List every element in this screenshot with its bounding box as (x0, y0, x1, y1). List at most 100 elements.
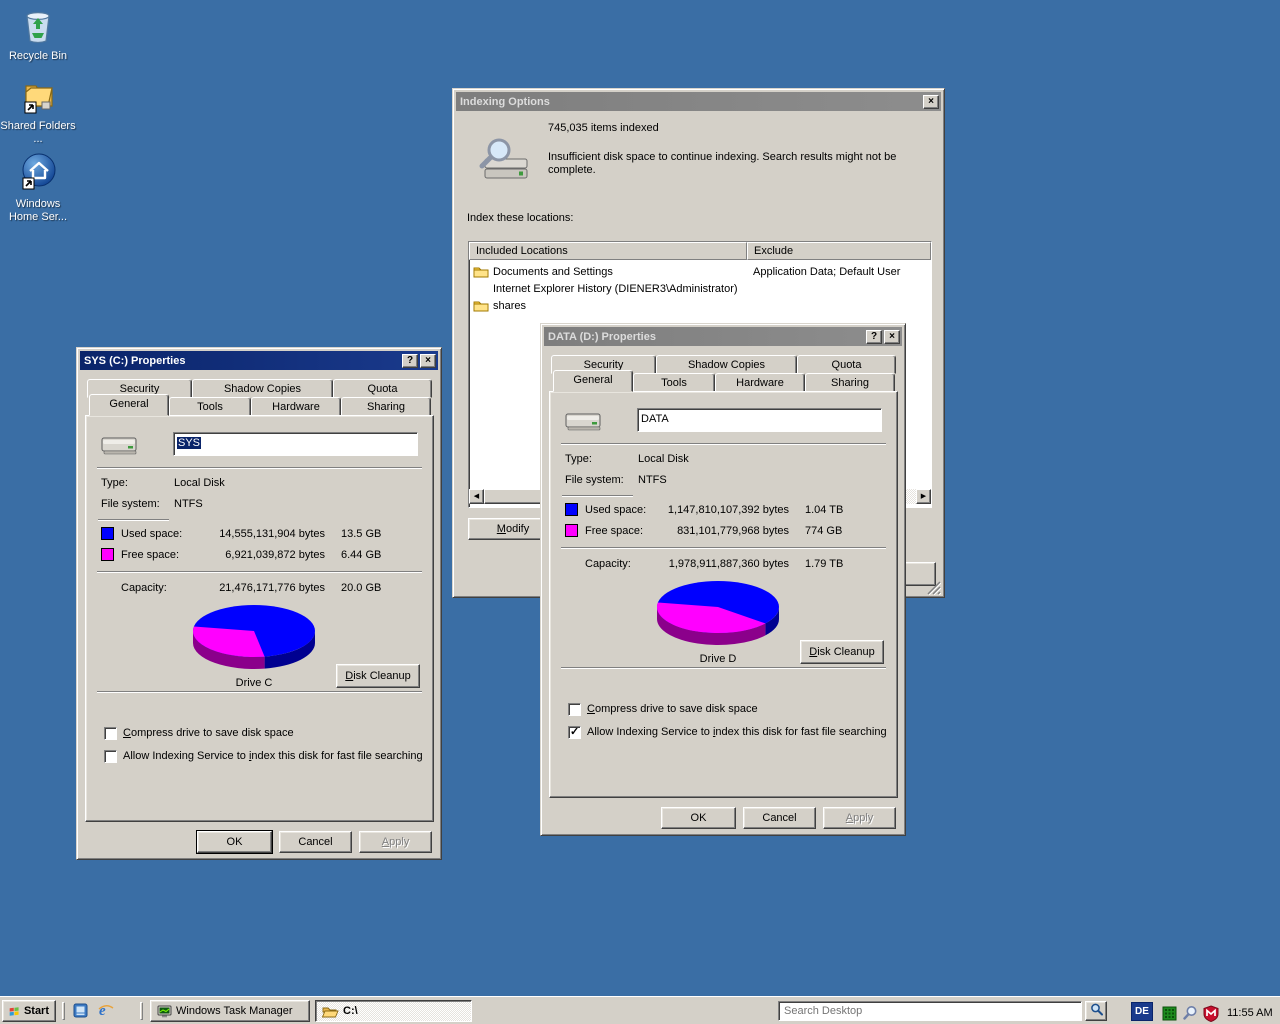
tab-sharing[interactable]: Sharing (341, 397, 431, 416)
used-space-bytes: 14,555,131,904 bytes (177, 528, 325, 540)
tab-quota[interactable]: Quota (797, 355, 896, 374)
apply-button[interactable]: Apply (823, 807, 896, 829)
free-space-bytes: 831,101,779,968 bytes (641, 525, 789, 537)
tab-shadow-copies[interactable]: Shadow Copies (656, 355, 797, 374)
start-button[interactable]: Start (2, 1000, 56, 1022)
search-button[interactable] (1085, 1001, 1107, 1021)
volume-label-field[interactable]: DATA (637, 408, 882, 432)
search-icon (1090, 1003, 1103, 1016)
used-space-size: 13.5 GB (341, 528, 381, 540)
free-space-size: 774 GB (805, 525, 842, 537)
cancel-button[interactable]: Cancel (279, 831, 352, 853)
taskbar: Start e Windows Task Manager C:\ (0, 996, 1280, 1024)
disk-usage-pie-chart (189, 603, 319, 673)
clock[interactable]: 11:55 AM (1227, 1007, 1273, 1019)
free-space-swatch (101, 548, 114, 561)
close-icon[interactable]: × (923, 95, 939, 109)
help-icon[interactable]: ? (866, 330, 882, 344)
compress-checkbox[interactable]: ✓ (104, 727, 117, 740)
cancel-button[interactable]: Cancel (743, 807, 816, 829)
window-title: DATA (D:) Properties (548, 331, 864, 343)
open-folder-icon (322, 1005, 339, 1018)
free-space-bytes: 6,921,039,872 bytes (177, 549, 325, 561)
capacity-label: Capacity: (121, 582, 167, 594)
scroll-left-icon[interactable]: ◀ (469, 489, 484, 504)
desktop-icon-recycle-bin[interactable]: Recycle Bin (0, 6, 76, 63)
desktop-icon-windows-home-server[interactable]: Windows Home Ser... (0, 152, 76, 224)
indexing-title-bar[interactable]: Indexing Options × (456, 92, 941, 111)
capacity-size: 20.0 GB (341, 582, 381, 594)
tab-general[interactable]: General (553, 370, 633, 392)
desktop-icon-shared-folders[interactable]: Shared Folders ... (0, 78, 76, 146)
column-header-included-locations[interactable]: Included Locations (469, 242, 747, 260)
language-indicator[interactable]: DE (1131, 1002, 1153, 1021)
data-title-bar[interactable]: DATA (D:) Properties ? × (544, 327, 902, 346)
desktop-icon-label: Windows Home Ser... (0, 198, 76, 224)
system-tray: 11:55 AM (1162, 1002, 1273, 1024)
search-input[interactable] (778, 1001, 1082, 1021)
desktop-search-tray-icon[interactable] (1182, 1005, 1198, 1021)
tab-hardware[interactable]: Hardware (251, 397, 341, 416)
task-button-task-manager[interactable]: Windows Task Manager (150, 1000, 310, 1022)
tab-general[interactable]: General (89, 394, 169, 416)
list-item[interactable]: Internet Explorer History (DIENER3\Admin… (473, 280, 929, 297)
mcafee-shield-icon[interactable] (1203, 1005, 1219, 1022)
task-button-c-drive[interactable]: C:\ (315, 1000, 472, 1022)
tab-sharing[interactable]: Sharing (805, 373, 895, 392)
network-status-icon[interactable] (1162, 1006, 1177, 1021)
compress-checkbox-label: Compress drive to save disk space (587, 703, 758, 715)
close-icon[interactable]: × (884, 330, 900, 344)
allow-indexing-checkbox[interactable]: ✓ (568, 726, 581, 739)
capacity-bytes: 1,978,911,887,360 bytes (641, 558, 789, 570)
recycle-bin-icon (19, 6, 57, 44)
toolbar-gripper[interactable] (62, 1002, 65, 1020)
apply-button[interactable]: Apply (359, 831, 432, 853)
capacity-bytes: 21,476,171,776 bytes (177, 582, 325, 594)
list-item[interactable]: Documents and Settings Application Data;… (473, 263, 929, 280)
filesystem-value: NTFS (638, 474, 667, 486)
indexing-warning-text: Insufficient disk space to continue inde… (548, 151, 904, 177)
tab-hardware[interactable]: Hardware (715, 373, 805, 392)
tab-quota[interactable]: Quota (333, 379, 432, 398)
toolbar-gripper[interactable] (140, 1002, 143, 1020)
desktop-icon-label: Recycle Bin (0, 50, 76, 63)
quick-launch-internet-explorer[interactable]: e (97, 1001, 117, 1023)
tab-tools[interactable]: Tools (169, 397, 251, 416)
column-header-exclude[interactable]: Exclude (747, 242, 931, 260)
type-value: Local Disk (174, 477, 225, 489)
folder-icon (473, 265, 489, 278)
drive-label: Drive C (189, 677, 319, 689)
window-title: Indexing Options (460, 96, 921, 108)
compress-checkbox-label: Compress drive to save disk space (123, 727, 294, 739)
divider (97, 571, 422, 573)
capacity-size: 1.79 TB (805, 558, 843, 570)
divider (561, 547, 886, 549)
volume-label-field[interactable]: SYS (173, 432, 418, 456)
filesystem-label: File system: (101, 498, 160, 510)
disk-cleanup-button[interactable]: Disk Cleanup (800, 640, 884, 664)
resize-grip[interactable] (927, 581, 941, 595)
disk-cleanup-button[interactable]: Disk Cleanup (336, 664, 420, 688)
sys-title-bar[interactable]: SYS (C:) Properties ? × (80, 351, 438, 370)
allow-indexing-checkbox[interactable]: ✓ (104, 750, 117, 763)
used-space-swatch (565, 503, 578, 516)
items-indexed-text: 745,035 items indexed (548, 122, 659, 134)
tab-tools[interactable]: Tools (633, 373, 715, 392)
ok-button[interactable]: OK (197, 831, 272, 853)
quick-launch-shared-folders[interactable] (72, 1002, 92, 1024)
app-icon (72, 1002, 89, 1019)
selected-text: SYS (177, 437, 201, 449)
free-space-label: Free space: (121, 549, 179, 561)
list-item[interactable]: shares (473, 297, 929, 314)
ok-button[interactable]: OK (661, 807, 736, 829)
scroll-right-icon[interactable]: ▶ (916, 489, 931, 504)
desktop: { "glyphs": { "help": "?", "close": "×",… (0, 0, 1280, 1024)
tab-shadow-copies[interactable]: Shadow Copies (192, 379, 333, 398)
check-icon: ✓ (570, 725, 579, 738)
close-icon[interactable]: × (420, 354, 436, 368)
compress-checkbox[interactable]: ✓ (568, 703, 581, 716)
used-space-bytes: 1,147,810,107,392 bytes (641, 504, 789, 516)
task-manager-icon (157, 1005, 172, 1018)
help-icon[interactable]: ? (402, 354, 418, 368)
location-exclude: Application Data; Default User (753, 266, 900, 278)
